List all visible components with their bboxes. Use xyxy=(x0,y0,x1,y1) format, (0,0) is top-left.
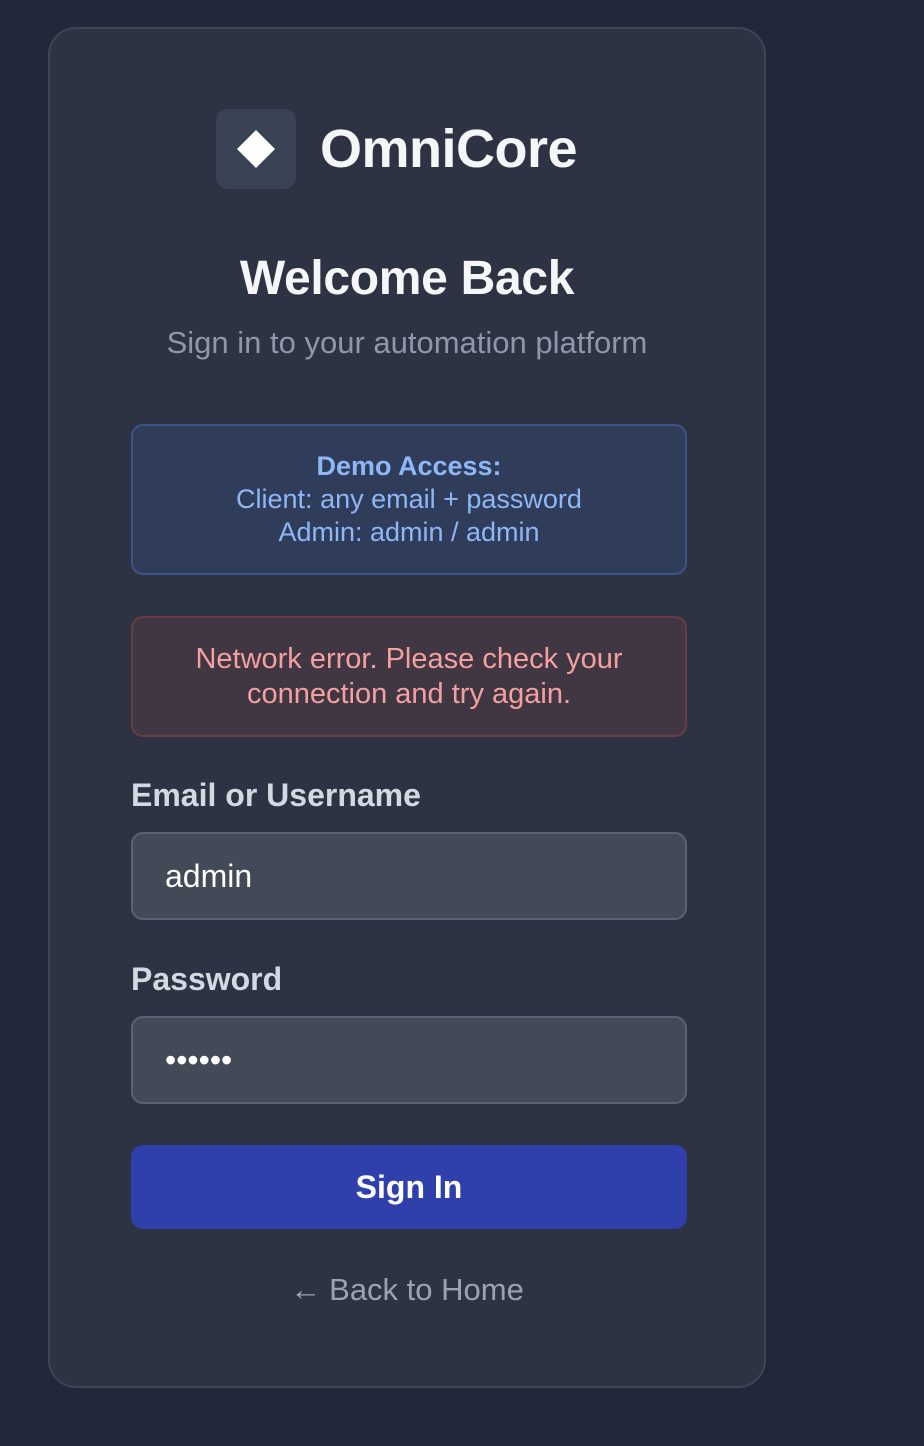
demo-admin-credentials: Admin: admin / admin xyxy=(278,517,540,547)
login-card: OmniCore Welcome Back Sign in to your au… xyxy=(48,27,766,1388)
error-alert: Network error. Please check your connect… xyxy=(131,616,687,737)
email-label: Email or Username xyxy=(131,777,421,813)
error-message: Network error. Please check your connect… xyxy=(195,643,623,710)
diamond-icon xyxy=(237,130,275,168)
back-to-home-link[interactable]: ← Back to Home xyxy=(50,1272,764,1308)
page-title: Welcome Back xyxy=(239,252,575,305)
password-field[interactable] xyxy=(131,1016,687,1104)
arrow-left-icon: ← xyxy=(290,1272,322,1307)
demo-client-credentials: Client: any email + password xyxy=(236,484,582,514)
brand-header: OmniCore xyxy=(216,109,578,189)
password-label: Password xyxy=(131,961,283,997)
email-field[interactable] xyxy=(131,832,687,920)
logo xyxy=(216,109,296,189)
brand-name: OmniCore xyxy=(320,119,578,179)
sign-in-button[interactable]: Sign In xyxy=(131,1145,687,1229)
demo-access-heading: Demo Access: xyxy=(316,451,502,481)
page-subtitle: Sign in to your automation platform xyxy=(166,325,648,360)
demo-access-notice: Demo Access: Client: any email + passwor… xyxy=(131,424,687,575)
back-to-home-label: Back to Home xyxy=(329,1272,524,1307)
